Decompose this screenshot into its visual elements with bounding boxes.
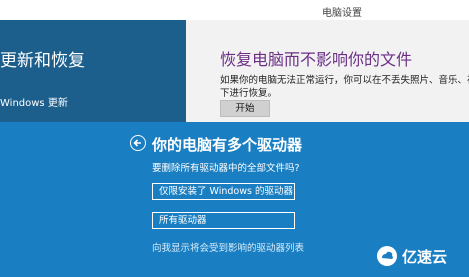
recovery-description-line1: 如果你的电脑无法正常运行，你可以在不丢失照片、音乐、视频和其他个人文件的情况	[220, 75, 469, 86]
dialog-question: 要删除所有驱动器中的全部文件吗?	[152, 163, 300, 174]
windows-drive-only-button[interactable]: 仅限安装了 Windows 的驱动器	[152, 183, 295, 200]
back-button[interactable]	[130, 135, 146, 151]
left-panel: 更新和恢复 Windows 更新	[0, 20, 186, 122]
cloud-logo-icon	[377, 246, 397, 266]
dialog-title: 你的电脑有多个驱动器	[152, 136, 303, 154]
show-affected-drives-link[interactable]: 向我显示将会受到影响的驱动器列表	[152, 240, 304, 254]
section-heading: 更新和恢复	[0, 51, 85, 71]
start-button[interactable]: 开始	[220, 100, 270, 117]
recovery-description-line2: 下进行恢复。	[220, 88, 278, 99]
window-title: 电脑设置	[322, 8, 362, 19]
right-panel: 恢复电脑而不影响你的文件 如果你的电脑无法正常运行，你可以在不丢失照片、音乐、视…	[186, 20, 469, 122]
recovery-description: 如果你的电脑无法正常运行，你可以在不丢失照片、音乐、视频和其他个人文件的情况 下…	[220, 74, 469, 100]
sidebar-item-windows-update[interactable]: Windows 更新	[0, 94, 68, 109]
watermark-text: 亿速云	[402, 248, 448, 266]
watermark: 亿速云	[372, 241, 469, 271]
back-arrow-icon	[133, 139, 141, 147]
recovery-heading: 恢复电脑而不影响你的文件	[220, 50, 413, 69]
window-titlebar: 电脑设置	[0, 0, 469, 20]
all-drives-button[interactable]: 所有驱动器	[152, 212, 295, 229]
